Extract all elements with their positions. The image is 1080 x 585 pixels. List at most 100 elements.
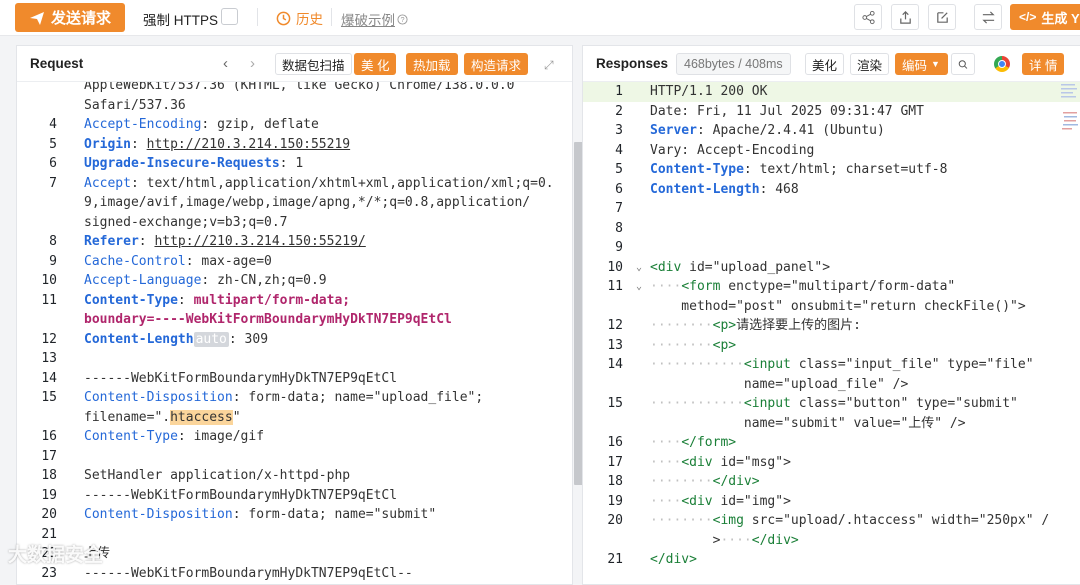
chrome-icon[interactable]: [994, 56, 1010, 72]
generate-button[interactable]: </> 生成 Y: [1010, 4, 1080, 30]
chevron-left-icon[interactable]: ‹: [223, 55, 228, 72]
header-key: Origin: [84, 136, 131, 152]
line-number: 13: [607, 337, 623, 353]
indent-dots: ············: [650, 396, 744, 411]
line-text: name="upload_file" />: [650, 375, 908, 395]
search-icon: [958, 59, 968, 69]
request-line: 9,image/avif,image/webp,image/apng,*/*;q…: [17, 193, 572, 213]
share-button[interactable]: [854, 4, 882, 30]
line-text: name="submit" value="上传" />: [650, 414, 966, 434]
render-button[interactable]: 渲染: [850, 53, 890, 75]
line-text: ············<input class="button" type="…: [650, 394, 1018, 414]
response-beautify-button[interactable]: 美化: [805, 53, 845, 75]
response-editor[interactable]: 1 HTTP/1.1 200 OK 2 Date: Fri, 11 Jul 2025 …: [583, 82, 1080, 584]
header-value: 468: [775, 181, 799, 197]
render-label: 渲染: [857, 58, 883, 73]
line-text: ------WebKitFormBoundarymHyDkTN7EP9qEtCl: [84, 486, 397, 506]
request-line: 17: [17, 447, 572, 467]
request-line: 19 ------WebKitFormBoundarymHyDkTN7EP9qEt…: [17, 486, 572, 506]
line-text: ····<div id="msg">: [650, 453, 791, 473]
header-key: Content-Length: [84, 331, 194, 347]
request-line: 18 SetHandler application/x-httpd-php: [17, 466, 572, 486]
swap-button[interactable]: [974, 4, 1002, 30]
brute-example-link[interactable]: 爆破示例 ?: [341, 9, 408, 29]
response-line: 1 HTTP/1.1 200 OK: [583, 82, 1080, 102]
send-request-button[interactable]: 发送请求: [15, 3, 125, 32]
line-number: 15: [607, 396, 623, 411]
brute-example-label: 爆破示例: [341, 13, 395, 28]
text: 9,image/avif,image/webp,image/apng,*/*;q…: [84, 195, 531, 210]
line-text: ····<form enctype="multipart/form-data": [650, 277, 955, 297]
header-value: Apache/2.4.41 (Ubuntu): [712, 123, 885, 138]
header-url: http://210.3.214.150:55219: [146, 136, 351, 152]
request-line: 5 Origin: http://210.3.214.150:55219: [17, 135, 572, 155]
line-text: Safari/537.36: [84, 96, 186, 116]
response-line: 21 </div>: [583, 550, 1080, 570]
packet-scan-button[interactable]: 数据包扫描: [275, 53, 352, 75]
line-text: ------WebKitFormBoundarymHyDkTN7EP9qEtCl: [84, 369, 397, 389]
edit-button[interactable]: [928, 4, 956, 30]
tag: <p: [712, 318, 729, 333]
line-number: 1: [615, 84, 623, 99]
search-button[interactable]: [951, 53, 975, 75]
text: Date: Fri, 11 Jul 2025 09:31:47 GMT: [650, 103, 924, 119]
line-text: Origin: http://210.3.214.150:55219: [84, 135, 350, 155]
clock-icon: [276, 11, 291, 25]
separator: :: [185, 253, 202, 269]
construct-request-button[interactable]: 构造请求: [464, 53, 529, 75]
line-number: 9: [615, 240, 623, 255]
request-line: 11 Content-Type: multipart/form-data;: [17, 291, 572, 311]
separator: :: [232, 507, 249, 522]
line-text: signed-exchange;v=b3;q=0.7: [84, 213, 288, 233]
header-key: Cache-Control: [84, 253, 186, 269]
beautify-button[interactable]: 美 化: [354, 53, 397, 75]
separator: :: [279, 156, 296, 171]
indent-dots: ····: [720, 532, 752, 548]
export-button[interactable]: [891, 4, 919, 30]
line-text: ········<p>: [650, 336, 736, 356]
response-line: 4 Vary: Accept-Encoding: [583, 141, 1080, 161]
highlight: htaccess: [170, 409, 233, 425]
request-editor[interactable]: AppleWebKit/537.36 (KHTML, like Gecko) C…: [17, 82, 572, 584]
fold-toggle-icon[interactable]: ⌄: [633, 258, 645, 278]
response-header: Responses 468bytes / 408ms 美化 渲染 编码 ▼ 详 …: [583, 46, 1080, 82]
text: HTTP/1.1 200 OK: [650, 84, 768, 99]
response-line: 20 ········<img src="upload/.htaccess" wi…: [583, 511, 1080, 531]
line-text: SetHandler application/x-httpd-php: [84, 466, 350, 486]
line-text: Content-Type: text/html; charset=utf-8: [650, 160, 947, 180]
encoding-dropdown[interactable]: 编码 ▼: [895, 53, 948, 75]
line-number: 20: [607, 513, 623, 528]
request-line: 6 Upgrade-Insecure-Requests: 1: [17, 154, 572, 174]
text: ": [232, 409, 241, 425]
details-button[interactable]: 详 情: [1022, 53, 1065, 75]
response-line: 10 ⌄ <div id="upload_panel">: [583, 258, 1080, 278]
line-text: Content-Disposition: form-data; name="su…: [84, 505, 436, 525]
line-number: 14: [41, 370, 57, 386]
line-number: 17: [607, 454, 623, 470]
fold-toggle-icon[interactable]: ⌄: [633, 277, 645, 297]
request-line: 16 Content-Type: image/gif: [17, 427, 572, 447]
request-header: Request ‹ › 数据包扫描 美 化 热加载 构造请求 ⤢: [17, 46, 572, 82]
help-icon: ?: [397, 13, 408, 25]
line-text: HTTP/1.1 200 OK: [650, 82, 767, 102]
header-key: Upgrade-Insecure-Requests: [84, 156, 280, 171]
chevron-down-icon: ▼: [931, 59, 940, 69]
line-number: 8: [49, 234, 57, 249]
separator: :: [696, 123, 713, 138]
request-line: Safari/537.36: [17, 96, 572, 116]
line-text: Accept-Encoding: gzip, deflate: [84, 115, 319, 135]
indent-dots: ············: [650, 357, 744, 372]
hotload-button[interactable]: 热加载: [406, 53, 458, 75]
line-number: 21: [607, 552, 623, 567]
line-number: 10: [41, 273, 57, 288]
force-https-checkbox[interactable]: [221, 8, 238, 25]
separator: :: [130, 136, 147, 152]
header-value: image/gif: [193, 429, 265, 444]
expand-icon[interactable]: ⤢: [544, 58, 554, 73]
line-text: Cache-Control: max-age=0: [84, 252, 272, 272]
chevron-right-icon[interactable]: ›: [250, 55, 255, 72]
request-line: 15 Content-Disposition: form-data; name="…: [17, 388, 572, 408]
line-number: 18: [607, 474, 623, 489]
history-button[interactable]: 历史: [276, 8, 323, 28]
text: id="upload_panel">: [681, 259, 831, 275]
